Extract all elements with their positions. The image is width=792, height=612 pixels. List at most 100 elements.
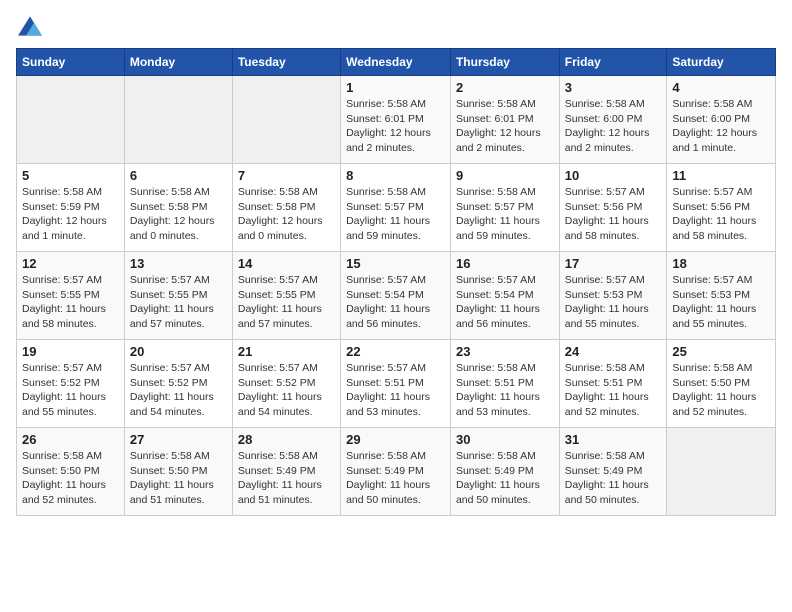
day-number: 13	[130, 256, 227, 271]
day-number: 10	[565, 168, 662, 183]
day-number: 19	[22, 344, 119, 359]
day-info: Sunrise: 5:58 AM Sunset: 5:49 PM Dayligh…	[456, 449, 554, 508]
calendar-cell: 28 Sunrise: 5:58 AM Sunset: 5:49 PM Dayli…	[232, 428, 340, 516]
calendar-cell	[17, 76, 125, 164]
day-number: 7	[238, 168, 335, 183]
calendar-cell: 23 Sunrise: 5:58 AM Sunset: 5:51 PM Dayli…	[450, 340, 559, 428]
calendar-cell: 17Sunrise: 5:57 AM Sunset: 5:53 PM Dayli…	[559, 252, 667, 340]
day-info: Sunrise: 5:57 AM Sunset: 5:56 PM Dayligh…	[672, 185, 770, 244]
day-number: 15	[346, 256, 445, 271]
day-number: 18	[672, 256, 770, 271]
day-info: Sunrise: 5:57 AM Sunset: 5:52 PM Dayligh…	[238, 361, 335, 420]
calendar-cell: 21 Sunrise: 5:57 AM Sunset: 5:52 PM Dayli…	[232, 340, 340, 428]
day-number: 14	[238, 256, 335, 271]
day-number: 5	[22, 168, 119, 183]
day-info: Sunrise: 5:57 AM Sunset: 5:55 PM Dayligh…	[130, 273, 227, 332]
calendar-cell: 20Sunrise: 5:57 AM Sunset: 5:52 PM Dayli…	[124, 340, 232, 428]
calendar-cell: 10 Sunrise: 5:57 AM Sunset: 5:56 PM Dayli…	[559, 164, 667, 252]
day-number: 8	[346, 168, 445, 183]
day-number: 22	[346, 344, 445, 359]
day-info: Sunrise: 5:58 AM Sunset: 5:50 PM Dayligh…	[130, 449, 227, 508]
day-number: 6	[130, 168, 227, 183]
calendar-cell: 31 Sunrise: 5:58 AM Sunset: 5:49 PM Dayli…	[559, 428, 667, 516]
day-number: 21	[238, 344, 335, 359]
calendar-cell: 12Sunrise: 5:57 AM Sunset: 5:55 PM Dayli…	[17, 252, 125, 340]
calendar-cell: 11 Sunrise: 5:57 AM Sunset: 5:56 PM Dayli…	[667, 164, 776, 252]
day-info: Sunrise: 5:57 AM Sunset: 5:52 PM Dayligh…	[22, 361, 119, 420]
day-info: Sunrise: 5:58 AM Sunset: 6:00 PM Dayligh…	[672, 97, 770, 156]
calendar-cell: 5Sunrise: 5:58 AM Sunset: 5:59 PM Daylig…	[17, 164, 125, 252]
day-number: 24	[565, 344, 662, 359]
day-number: 23	[456, 344, 554, 359]
calendar-cell: 18 Sunrise: 5:57 AM Sunset: 5:53 PM Dayli…	[667, 252, 776, 340]
day-info: Sunrise: 5:58 AM Sunset: 6:01 PM Dayligh…	[456, 97, 554, 156]
calendar-cell: 3Sunrise: 5:58 AM Sunset: 6:00 PM Daylig…	[559, 76, 667, 164]
calendar-cell	[124, 76, 232, 164]
day-info: Sunrise: 5:58 AM Sunset: 5:50 PM Dayligh…	[672, 361, 770, 420]
day-info: Sunrise: 5:58 AM Sunset: 5:49 PM Dayligh…	[565, 449, 662, 508]
day-number: 3	[565, 80, 662, 95]
weekday-header-tuesday: Tuesday	[232, 49, 340, 76]
calendar-cell	[667, 428, 776, 516]
day-number: 29	[346, 432, 445, 447]
day-info: Sunrise: 5:58 AM Sunset: 5:57 PM Dayligh…	[456, 185, 554, 244]
day-info: Sunrise: 5:58 AM Sunset: 5:50 PM Dayligh…	[22, 449, 119, 508]
day-number: 30	[456, 432, 554, 447]
weekday-header-monday: Monday	[124, 49, 232, 76]
weekday-header-wednesday: Wednesday	[341, 49, 451, 76]
day-number: 2	[456, 80, 554, 95]
day-number: 27	[130, 432, 227, 447]
day-number: 28	[238, 432, 335, 447]
day-info: Sunrise: 5:57 AM Sunset: 5:54 PM Dayligh…	[456, 273, 554, 332]
calendar-cell: 26 Sunrise: 5:58 AM Sunset: 5:50 PM Dayli…	[17, 428, 125, 516]
day-info: Sunrise: 5:58 AM Sunset: 5:58 PM Dayligh…	[130, 185, 227, 244]
day-number: 4	[672, 80, 770, 95]
day-info: Sunrise: 5:58 AM Sunset: 5:58 PM Dayligh…	[238, 185, 335, 244]
calendar-table: SundayMondayTuesdayWednesdayThursdayFrid…	[16, 48, 776, 516]
calendar-cell: 14 Sunrise: 5:57 AM Sunset: 5:55 PM Dayli…	[232, 252, 340, 340]
logo	[16, 16, 44, 36]
day-info: Sunrise: 5:57 AM Sunset: 5:53 PM Dayligh…	[672, 273, 770, 332]
day-number: 9	[456, 168, 554, 183]
calendar-cell: 19 Sunrise: 5:57 AM Sunset: 5:52 PM Dayli…	[17, 340, 125, 428]
calendar-cell: 15 Sunrise: 5:57 AM Sunset: 5:54 PM Dayli…	[341, 252, 451, 340]
day-number: 26	[22, 432, 119, 447]
calendar-cell: 16 Sunrise: 5:57 AM Sunset: 5:54 PM Dayli…	[450, 252, 559, 340]
day-info: Sunrise: 5:57 AM Sunset: 5:55 PM Dayligh…	[238, 273, 335, 332]
weekday-header-thursday: Thursday	[450, 49, 559, 76]
day-info: Sunrise: 5:58 AM Sunset: 5:49 PM Dayligh…	[346, 449, 445, 508]
calendar-cell: 2 Sunrise: 5:58 AM Sunset: 6:01 PM Daylig…	[450, 76, 559, 164]
calendar-cell: 13 Sunrise: 5:57 AM Sunset: 5:55 PM Dayli…	[124, 252, 232, 340]
calendar-cell: 29 Sunrise: 5:58 AM Sunset: 5:49 PM Dayli…	[341, 428, 451, 516]
calendar-cell: 24 Sunrise: 5:58 AM Sunset: 5:51 PM Dayli…	[559, 340, 667, 428]
day-number: 20	[130, 344, 227, 359]
calendar-cell	[232, 76, 340, 164]
day-number: 17	[565, 256, 662, 271]
day-info: Sunrise: 5:58 AM Sunset: 5:49 PM Dayligh…	[238, 449, 335, 508]
day-info: Sunrise: 5:58 AM Sunset: 5:57 PM Dayligh…	[346, 185, 445, 244]
day-info: Sunrise: 5:57 AM Sunset: 5:54 PM Dayligh…	[346, 273, 445, 332]
calendar-cell: 8 Sunrise: 5:58 AM Sunset: 5:57 PM Daylig…	[341, 164, 451, 252]
day-number: 1	[346, 80, 445, 95]
day-info: Sunrise: 5:57 AM Sunset: 5:56 PM Dayligh…	[565, 185, 662, 244]
calendar-cell: 30 Sunrise: 5:58 AM Sunset: 5:49 PM Dayli…	[450, 428, 559, 516]
weekday-header-sunday: Sunday	[17, 49, 125, 76]
calendar-cell: 1 Sunrise: 5:58 AM Sunset: 6:01 PM Daylig…	[341, 76, 451, 164]
calendar-header: SundayMondayTuesdayWednesdayThursdayFrid…	[17, 49, 776, 76]
calendar-cell: 27 Sunrise: 5:58 AM Sunset: 5:50 PM Dayli…	[124, 428, 232, 516]
generalblue-icon	[18, 16, 42, 36]
day-info: Sunrise: 5:58 AM Sunset: 6:01 PM Dayligh…	[346, 97, 445, 156]
day-info: Sunrise: 5:58 AM Sunset: 5:51 PM Dayligh…	[456, 361, 554, 420]
calendar-cell: 9 Sunrise: 5:58 AM Sunset: 5:57 PM Daylig…	[450, 164, 559, 252]
calendar-cell: 25 Sunrise: 5:58 AM Sunset: 5:50 PM Dayli…	[667, 340, 776, 428]
day-number: 31	[565, 432, 662, 447]
calendar-cell: 22 Sunrise: 5:57 AM Sunset: 5:51 PM Dayli…	[341, 340, 451, 428]
day-number: 16	[456, 256, 554, 271]
calendar-cell: 6 Sunrise: 5:58 AM Sunset: 5:58 PM Daylig…	[124, 164, 232, 252]
day-number: 11	[672, 168, 770, 183]
day-info: Sunrise: 5:58 AM Sunset: 5:51 PM Dayligh…	[565, 361, 662, 420]
day-info: Sunrise: 5:57 AM Sunset: 5:51 PM Dayligh…	[346, 361, 445, 420]
calendar-cell: 7 Sunrise: 5:58 AM Sunset: 5:58 PM Daylig…	[232, 164, 340, 252]
day-info: Sunrise: 5:57 AM Sunset: 5:55 PM Dayligh…	[22, 273, 119, 332]
day-number: 25	[672, 344, 770, 359]
